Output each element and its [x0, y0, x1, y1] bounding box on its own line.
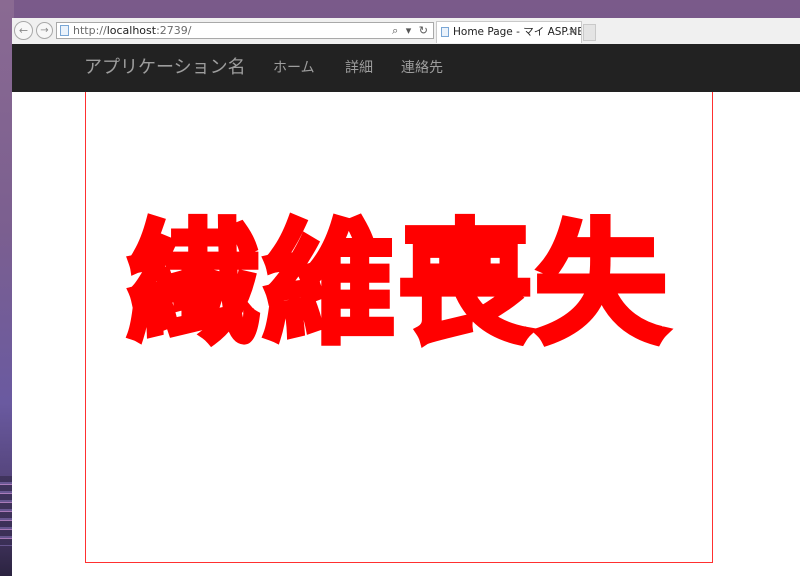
nav-home-link[interactable]: ホーム [273, 44, 315, 92]
headline-text: 繊維喪失 [124, 207, 671, 363]
forward-button[interactable]: → [36, 22, 53, 39]
browser-window: ← → http://localhost:2739/ ⌕ ▾ ↻ Home Pa… [12, 18, 800, 576]
forward-arrow-icon: → [40, 25, 49, 36]
address-tools-icons[interactable]: ⌕ ▾ ↻ [392, 23, 430, 38]
address-bar[interactable]: http://localhost:2739/ ⌕ ▾ ↻ [56, 22, 434, 39]
address-url: http://localhost:2739/ [73, 24, 192, 37]
tab-close-icon[interactable]: × [568, 22, 577, 42]
tab-page-icon [441, 27, 449, 37]
tab-title: Home Page - マイ ASP.NET... [453, 26, 581, 38]
site-brand[interactable]: アプリケーション名 [84, 44, 246, 92]
back-arrow-icon: ← [18, 24, 29, 37]
content-frame: 繊維喪失 [85, 92, 713, 563]
site-navbar: アプリケーション名 ホーム 詳細 連絡先 [12, 44, 800, 92]
page-icon [60, 25, 69, 36]
browser-toolbar: ← → http://localhost:2739/ ⌕ ▾ ↻ Home Pa… [12, 18, 800, 45]
nav-about-link[interactable]: 詳細 [345, 44, 373, 92]
tab-home-page[interactable]: Home Page - マイ ASP.NET... × [436, 21, 582, 43]
back-button[interactable]: ← [14, 21, 33, 40]
nav-contact-link[interactable]: 連絡先 [401, 44, 443, 92]
new-tab-button[interactable] [583, 24, 596, 41]
